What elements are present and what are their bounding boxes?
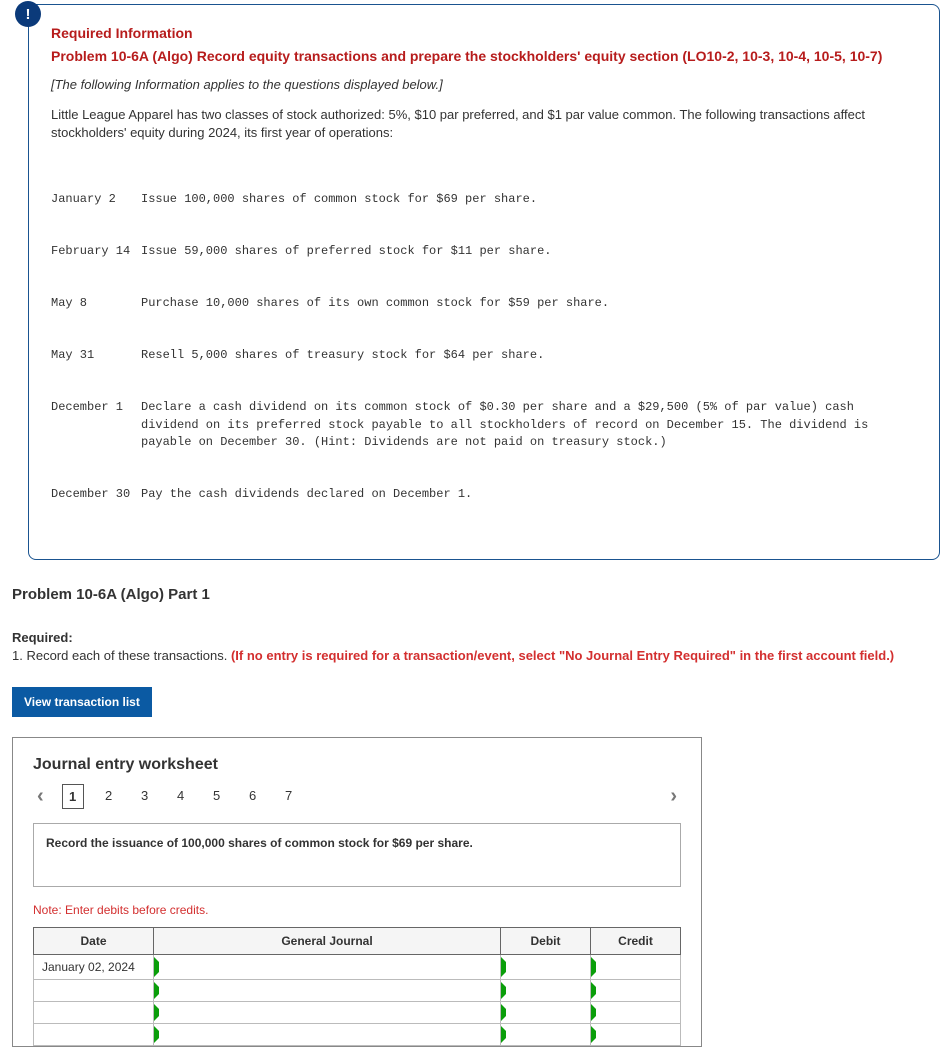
problem-card: ! Required Information Problem 10-6A (Al… (28, 4, 940, 560)
worksheet-title: Journal entry worksheet (33, 756, 681, 774)
chevron-right-icon[interactable]: › (666, 785, 681, 808)
tab-4[interactable]: 4 (170, 784, 192, 809)
date-cell[interactable]: January 02, 2024 (34, 954, 154, 979)
required-label: Required: (12, 630, 73, 645)
transaction-row: May 8Purchase 10,000 shares of its own c… (51, 295, 917, 312)
table-row (34, 1023, 681, 1045)
account-cell[interactable] (154, 1023, 501, 1045)
account-cell[interactable] (154, 954, 501, 979)
worksheet-tabs: 1 2 3 4 5 6 7 (62, 784, 653, 809)
account-cell[interactable] (154, 1001, 501, 1023)
tab-5[interactable]: 5 (206, 784, 228, 809)
table-row (34, 1001, 681, 1023)
tab-3[interactable]: 3 (134, 784, 156, 809)
account-cell[interactable] (154, 979, 501, 1001)
credit-cell[interactable] (591, 954, 681, 979)
required-info-heading: Required Information (51, 25, 917, 41)
col-gj-header: General Journal (154, 927, 501, 954)
table-row: January 02, 2024 (34, 954, 681, 979)
tab-6[interactable]: 6 (242, 784, 264, 809)
applies-note: [The following Information applies to th… (51, 77, 917, 92)
col-date-header: Date (34, 927, 154, 954)
part-title: Problem 10-6A (Algo) Part 1 (12, 586, 948, 603)
col-debit-header: Debit (501, 927, 591, 954)
table-row (34, 979, 681, 1001)
transaction-row: May 31Resell 5,000 shares of treasury st… (51, 347, 917, 364)
credit-cell[interactable] (591, 1001, 681, 1023)
journal-entry-table: Date General Journal Debit Credit Januar… (33, 927, 681, 1047)
transaction-list: January 2Issue 100,000 shares of common … (51, 156, 917, 539)
transaction-row: February 14Issue 59,000 shares of prefer… (51, 243, 917, 260)
required-item: 1. Record each of these transactions. (12, 648, 231, 663)
date-cell[interactable] (34, 979, 154, 1001)
intro-text: Little League Apparel has two classes of… (51, 106, 917, 142)
date-cell[interactable] (34, 1001, 154, 1023)
debit-cell[interactable] (501, 1001, 591, 1023)
required-block: Required: 1. Record each of these transa… (12, 629, 948, 665)
alert-icon: ! (15, 1, 41, 27)
tab-1[interactable]: 1 (62, 784, 84, 809)
date-cell[interactable] (34, 1023, 154, 1045)
required-hint: (If no entry is required for a transacti… (231, 648, 894, 663)
transaction-row: December 1Declare a cash dividend on its… (51, 399, 917, 451)
view-transaction-list-button[interactable]: View transaction list (12, 687, 152, 717)
col-credit-header: Credit (591, 927, 681, 954)
tab-7[interactable]: 7 (278, 784, 300, 809)
transaction-row: January 2Issue 100,000 shares of common … (51, 191, 917, 208)
credit-cell[interactable] (591, 1023, 681, 1045)
transaction-row: December 30Pay the cash dividends declar… (51, 486, 917, 503)
problem-title: Problem 10-6A (Algo) Record equity trans… (51, 47, 917, 67)
debit-cell[interactable] (501, 1023, 591, 1045)
debit-cell[interactable] (501, 954, 591, 979)
journal-worksheet: Journal entry worksheet ‹ 1 2 3 4 5 6 7 … (12, 737, 702, 1047)
tab-2[interactable]: 2 (98, 784, 120, 809)
debit-credit-note: Note: Enter debits before credits. (33, 903, 681, 917)
credit-cell[interactable] (591, 979, 681, 1001)
worksheet-tab-row: ‹ 1 2 3 4 5 6 7 › (33, 784, 681, 809)
debit-cell[interactable] (501, 979, 591, 1001)
chevron-left-icon[interactable]: ‹ (33, 785, 48, 808)
instruction-box: Record the issuance of 100,000 shares of… (33, 823, 681, 887)
